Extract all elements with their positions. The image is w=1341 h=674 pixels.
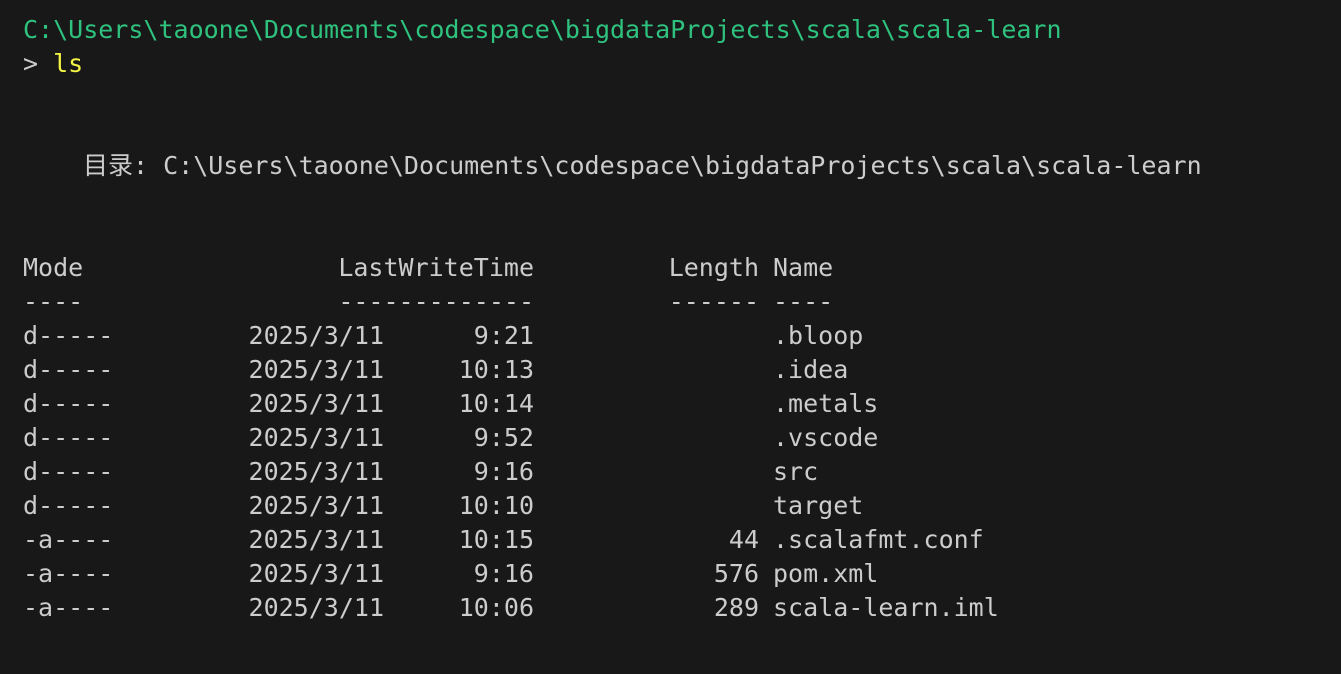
underline-mode: ---- [23, 287, 84, 316]
row-name: scala-learn.iml [773, 593, 999, 622]
row-name: pom.xml [773, 559, 879, 588]
row-time: 9:52 [473, 423, 534, 452]
row-date: 2025/3/11 [248, 321, 384, 350]
row-length: 576 [713, 559, 759, 588]
underline-name: ---- [773, 287, 834, 316]
row-time: 10:14 [458, 389, 534, 418]
row-length [600, 319, 759, 353]
row-date: 2025/3/11 [248, 559, 384, 588]
header-mode: Mode [23, 253, 84, 282]
prompt-line: > ls [23, 47, 83, 81]
directory-label: 目录: C:\Users\taoone\Documents\codespace\… [83, 151, 1202, 180]
row-name: .bloop [773, 321, 864, 350]
row-length: 44 [728, 525, 759, 554]
underline-lastwritetime: ------------- [338, 287, 534, 316]
row-time: 9:16 [473, 559, 534, 588]
row-name: .idea [773, 355, 849, 384]
row-name: src [773, 457, 819, 486]
row-time: 9:21 [473, 321, 534, 350]
row-time: 10:06 [458, 593, 534, 622]
row-length [600, 455, 759, 489]
row-time: 10:10 [458, 491, 534, 520]
command-text: ls [53, 49, 84, 78]
row-length [600, 489, 759, 523]
row-date: 2025/3/11 [248, 389, 384, 418]
row-time: 10:15 [458, 525, 534, 554]
prompt-arrow: > [23, 49, 39, 78]
row-name: target [773, 491, 864, 520]
row-time: 10:13 [458, 355, 534, 384]
row-mode: d----- [23, 457, 114, 486]
row-mode: d----- [23, 491, 114, 520]
row-date: 2025/3/11 [248, 593, 384, 622]
row-date: 2025/3/11 [248, 423, 384, 452]
row-mode: d----- [23, 321, 114, 350]
row-length [600, 387, 759, 421]
terminal-window[interactable]: C:\Users\taoone\Documents\codespace\bigd… [0, 0, 1341, 674]
header-name: Name [773, 253, 834, 282]
row-date: 2025/3/11 [248, 457, 384, 486]
header-length: Length [668, 253, 759, 282]
prompt-path: C:\Users\taoone\Documents\codespace\bigd… [23, 15, 1062, 44]
row-length: 289 [713, 593, 759, 622]
row-mode: -a---- [23, 525, 114, 554]
header-lastwritetime: LastWriteTime [338, 253, 534, 282]
row-length [600, 421, 759, 455]
row-name: .vscode [773, 423, 879, 452]
row-mode: -a---- [23, 559, 114, 588]
underline-length: ------ [668, 287, 759, 316]
row-name: .metals [773, 389, 879, 418]
row-time: 9:16 [473, 457, 534, 486]
row-date: 2025/3/11 [248, 491, 384, 520]
row-name: .scalafmt.conf [773, 525, 984, 554]
row-mode: d----- [23, 355, 114, 384]
row-mode: d----- [23, 389, 114, 418]
row-mode: d----- [23, 423, 114, 452]
row-date: 2025/3/11 [248, 525, 384, 554]
row-date: 2025/3/11 [248, 355, 384, 384]
row-length [600, 353, 759, 387]
row-mode: -a---- [23, 593, 114, 622]
